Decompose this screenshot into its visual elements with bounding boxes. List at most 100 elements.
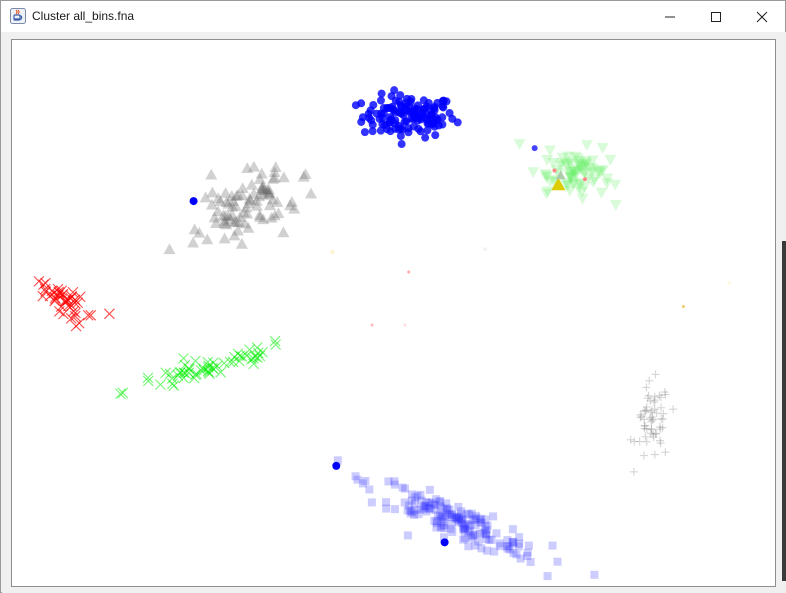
content-pane [2, 32, 786, 593]
cluster-2 [513, 139, 622, 211]
cluster-3-point [236, 182, 249, 194]
cluster-1-point [386, 116, 395, 125]
cluster-5-point [233, 355, 245, 367]
cluster-6-point [656, 425, 665, 434]
maximize-icon [711, 11, 721, 22]
cluster-4-point [104, 308, 115, 320]
java-icon [10, 8, 26, 24]
cluster-6-point [639, 451, 648, 460]
scatter-plot-panel[interactable] [11, 39, 776, 587]
cluster-6-point [629, 467, 638, 476]
outlier-point [583, 177, 588, 182]
close-icon [756, 11, 768, 22]
cluster-2-point [527, 167, 540, 179]
cluster-7-point [464, 528, 473, 537]
cluster-7-point [543, 572, 552, 581]
cluster-2-point [596, 142, 609, 154]
cluster-5-point [203, 367, 215, 378]
outlier-point [370, 323, 374, 327]
cluster-1-point [376, 96, 385, 105]
outlier-point [552, 168, 557, 173]
outlier-point [407, 270, 411, 274]
cluster-7-point [390, 505, 399, 514]
cluster-7-point [425, 485, 434, 494]
cluster-7-point [448, 527, 457, 536]
cluster-1-point [414, 114, 423, 123]
cluster-2-point [580, 140, 593, 151]
cluster-6-point [641, 407, 650, 416]
outlier-point [330, 249, 335, 254]
cluster-7-point [553, 557, 562, 566]
cluster-3-point [277, 226, 290, 238]
cluster-6-point [669, 405, 678, 414]
cluster-1-point [427, 120, 436, 129]
cluster-3-point [206, 186, 219, 198]
cluster-7-point [482, 535, 491, 544]
maximize-button[interactable] [693, 1, 739, 32]
cluster-6-point [635, 437, 644, 446]
cluster-2-point [604, 154, 617, 166]
cluster-7-point [438, 513, 447, 522]
outlier-point [189, 197, 198, 206]
cluster-1-point [372, 109, 381, 118]
cluster-7-point [384, 477, 393, 486]
cluster-6-point [649, 398, 658, 407]
cluster-3-point [269, 161, 282, 173]
cluster-1-point [378, 120, 387, 129]
cluster-1-point [422, 102, 431, 111]
window-edge [782, 241, 786, 581]
cluster-6-point [641, 432, 650, 441]
outlier-point [332, 461, 341, 470]
cluster-5-point [155, 379, 166, 391]
cluster-3-point [187, 236, 200, 248]
cluster-1-point [398, 125, 407, 134]
cluster-6-point [661, 448, 670, 457]
cluster-1 [351, 86, 462, 149]
cluster-6-point [626, 435, 635, 444]
minimize-icon [665, 16, 675, 17]
cluster-2-point [543, 145, 556, 157]
cluster-scatter-plot[interactable] [12, 40, 775, 586]
outlier-point [483, 247, 488, 252]
cluster-1-point [421, 133, 430, 142]
cluster-6-point [651, 370, 660, 379]
cluster-7-point [400, 498, 409, 507]
cluster-1-point [430, 106, 439, 115]
cluster-7-point [471, 541, 480, 550]
cluster-2-point [513, 139, 526, 150]
cluster-2-point [540, 188, 553, 200]
cluster-2-point [609, 199, 622, 211]
cluster-4-point [82, 309, 94, 321]
cluster-1-point [413, 101, 422, 110]
cluster-6 [626, 370, 678, 476]
cluster-7-point [410, 506, 419, 515]
cluster-7-point [523, 548, 532, 557]
cluster-2-point [595, 187, 608, 199]
cluster-1-point [391, 108, 400, 117]
cluster-4-point [85, 309, 97, 321]
minimize-button[interactable] [647, 1, 693, 32]
cluster-1-point [439, 96, 448, 105]
close-button[interactable] [739, 1, 785, 32]
cluster-7-point [358, 479, 367, 488]
cluster-7-point [403, 531, 412, 540]
cluster-1-point [360, 128, 369, 137]
cluster-7 [333, 456, 599, 581]
cluster-4 [33, 275, 115, 332]
cluster-7-point [475, 515, 484, 524]
cluster-7-point [495, 539, 504, 548]
cluster-6-point [650, 450, 659, 459]
title-bar[interactable]: Cluster all_bins.fna [1, 1, 785, 32]
cluster-1-point [368, 127, 377, 136]
cluster-6-point [658, 415, 667, 424]
cluster-1-point [414, 124, 423, 133]
outlier-point [531, 145, 538, 152]
cluster-3-point [219, 187, 232, 198]
cluster-7-point [450, 512, 459, 521]
cluster-5 [115, 335, 282, 400]
cluster-7-point [430, 501, 439, 510]
cluster-1-point [406, 97, 415, 106]
cluster-3-point [163, 243, 176, 255]
cluster-5-point [251, 342, 263, 353]
cluster-3 [163, 160, 318, 255]
